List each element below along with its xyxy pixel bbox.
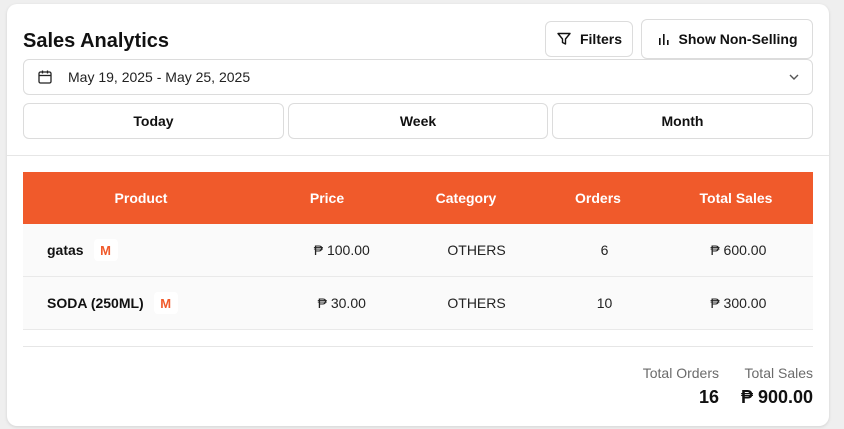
product-orders: 6 [600, 242, 609, 258]
total-sales-value: ₱ 900.00 [740, 387, 813, 407]
total-sales-summary: Total Sales ₱ 900.00 [741, 365, 813, 408]
page-title: Sales Analytics [23, 30, 170, 52]
column-header-orders[interactable]: Orders [537, 190, 659, 206]
product-category: OTHERS [447, 295, 506, 311]
table-row[interactable]: SODA (250ML) M ₱ 30.00 OTHERS 10 ₱ 300.0… [23, 277, 813, 330]
filter-icon [557, 32, 571, 45]
product-price: ₱ 30.00 [317, 295, 366, 311]
column-header-total-sales[interactable]: Total Sales [659, 190, 813, 206]
chevron-down-icon [789, 74, 799, 80]
calendar-icon [38, 70, 52, 84]
column-header-category[interactable]: Category [395, 190, 537, 206]
date-range-value: May 19, 2025 - May 25, 2025 [68, 69, 251, 85]
column-header-product[interactable]: Product [23, 190, 259, 206]
week-button[interactable]: Week [288, 103, 548, 139]
product-price: ₱ 100.00 [313, 242, 370, 258]
filters-label: Filters [579, 31, 622, 47]
totals-divider [23, 346, 813, 347]
product-badge: M [93, 239, 118, 261]
today-button[interactable]: Today [23, 103, 284, 139]
product-name: gatas [47, 242, 84, 258]
section-divider [7, 155, 829, 156]
product-category: OTHERS [447, 242, 506, 258]
product-orders: 10 [596, 295, 613, 311]
column-header-price[interactable]: Price [259, 190, 395, 206]
total-orders-label: Total Orders [642, 365, 719, 381]
total-orders-value: 16 [698, 387, 719, 407]
bar-chart-icon [658, 34, 669, 45]
table-row[interactable]: gatas M ₱ 100.00 OTHERS 6 ₱ 600.00 [23, 224, 813, 277]
date-range-picker[interactable]: May 19, 2025 - May 25, 2025 [23, 59, 813, 95]
product-name: SODA (250ML) [47, 295, 144, 311]
show-non-selling-button[interactable]: Show Non-Selling [641, 19, 813, 59]
show-non-selling-label: Show Non-Selling [678, 31, 798, 47]
month-button[interactable]: Month [552, 103, 813, 139]
product-total-sales: ₱ 600.00 [710, 242, 767, 258]
sales-table: Product Price Category Orders Total Sale… [23, 172, 813, 330]
product-total-sales: ₱ 300.00 [710, 295, 767, 311]
total-sales-label: Total Sales [744, 365, 813, 381]
table-header: Product Price Category Orders Total Sale… [23, 172, 813, 224]
filters-button[interactable]: Filters [545, 21, 633, 57]
product-badge: M [153, 292, 178, 314]
total-orders-summary: Total Orders 16 [643, 365, 719, 408]
sales-analytics-card: Sales Analytics Filters Show Non-Selling… [7, 4, 829, 426]
